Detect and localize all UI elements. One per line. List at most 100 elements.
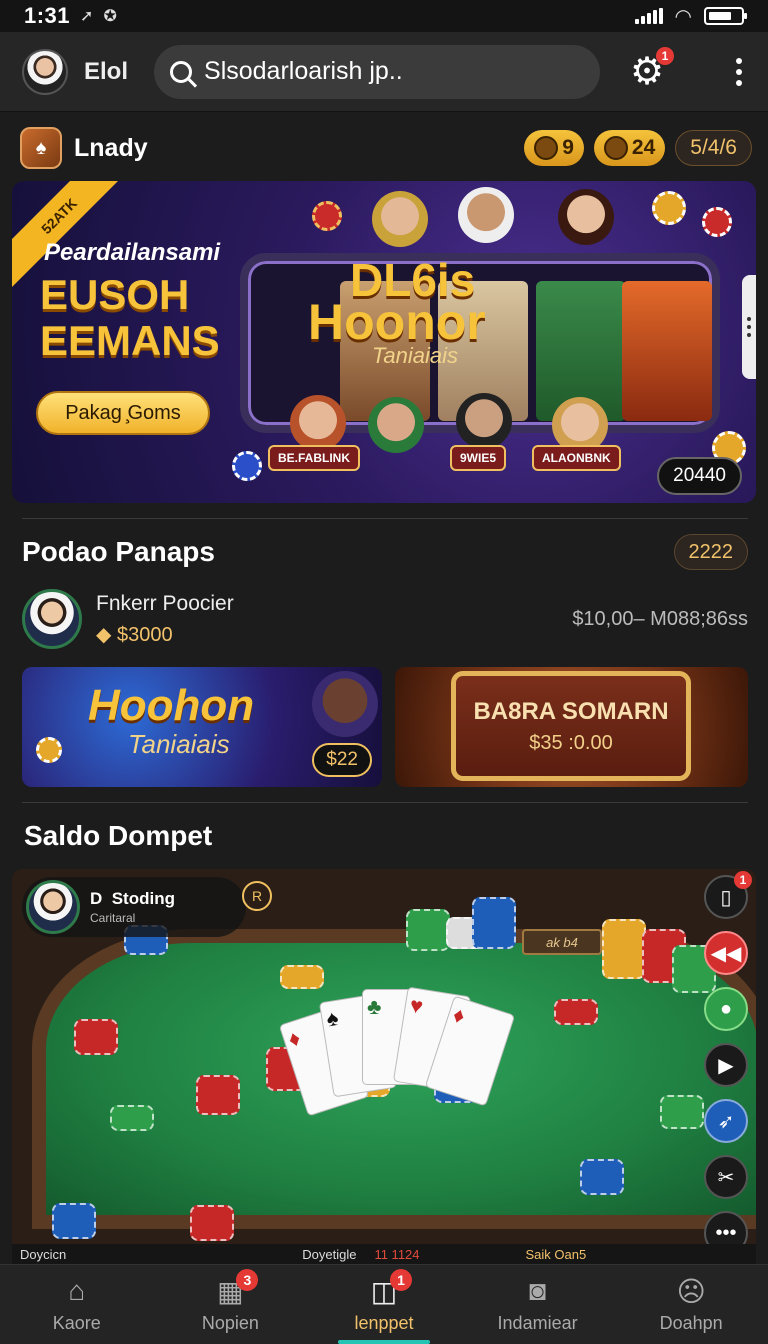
game-card-hoohon[interactable]: Hoohon Taniaiais $22 [22,667,382,787]
more-button[interactable]: ••• [704,1211,748,1245]
signal-icon [634,8,663,24]
chip-stack [472,897,516,949]
nav-item-camera[interactable]: ◙ Indamiear [461,1265,615,1344]
chat-button[interactable]: ● [704,987,748,1031]
carousel-handle[interactable] [742,275,756,379]
search-bar[interactable] [154,44,601,99]
poker-chip-decoration [312,201,342,231]
rewind-button[interactable]: ◀◀ [704,931,748,975]
more-horiz-icon: ••• [715,1221,737,1244]
hero-counter: 20440 [657,457,742,495]
character-portrait [458,187,514,243]
chip-stack [280,965,324,989]
popular-count-pill[interactable]: 2222 [673,534,748,570]
coin-icon [603,136,628,160]
chip-stack [580,1159,624,1195]
character-portrait [290,395,346,451]
chip-stack [196,1075,240,1115]
tables-icon: ▯ [720,886,732,909]
popular-section-title: Podao Panaps [22,536,215,567]
poker-table-view[interactable]: ♦ ♠ ♣ ♥ ♦ ak b4 D Stoding Caritaral R ▯ … [12,869,756,1245]
ticker-item: 11 1124 [374,1246,420,1262]
coin-icon [534,136,559,160]
support-icon: ☹ [676,1275,706,1307]
camera-icon: ◙ [529,1275,547,1306]
rocket-icon: ➶ [717,1110,735,1133]
more-vert-icon[interactable] [732,54,746,90]
nav-label: Kaore [52,1313,101,1333]
wallet-section-title: Saldo Dompet [24,820,213,851]
video-button[interactable]: ▶ [704,1043,748,1087]
player-amount: ◆ $3000 [96,622,234,647]
hero-cta-button[interactable]: Pakag ̧Goms [36,391,210,435]
character-portrait [368,397,424,453]
status-time: 1:31 [24,3,71,28]
settings-badge: 1 [656,46,675,65]
hero-banner[interactable]: 52ATK Peardailansami EUSOH EEMANS Pakag … [12,181,756,503]
poker-chip-decoration [232,451,262,481]
game-card-title: BA8RA SOMARN [473,697,669,725]
dealer-tag-icon[interactable]: R [242,881,272,911]
top-app-bar: Elol ⚙ 1 [0,32,768,112]
lobby-title: Lnady [74,133,148,162]
chip-stack [602,919,646,979]
hero-title-line2: EEMANS [40,317,220,364]
dealer-avatar [26,880,80,934]
game-card-value: $35 :0.00 [529,731,613,754]
tools-icon: ✂ [717,1166,735,1189]
coin-chip-2-value: 24 [631,136,656,159]
nav-item-home[interactable]: ⌂ Kaore [0,1265,154,1344]
notification-icon: ✪ [103,8,117,25]
character-nameplate: 9WIE5 [450,445,507,471]
character-portrait [558,189,614,245]
poker-chip-decoration [652,191,686,225]
lobby-logo-icon: ♠ [20,127,62,169]
chip-stack [190,1205,234,1241]
hero-title-line1: EUSOH [40,271,190,318]
battery-icon [704,7,747,25]
chip-stack [660,1095,704,1129]
game-logo-line3: Taniaiais [372,343,459,368]
tables-button[interactable]: ▯ 1 [704,871,752,919]
coin-chip-2[interactable]: 24 [593,130,666,166]
nav-item-shop[interactable]: ▦ 3 Nopien [154,1265,308,1344]
video-icon: ▶ [718,1054,734,1077]
wifi-icon: ◠ [674,5,692,28]
gem-icon: ◆ [96,623,112,646]
character-nameplate: BE.FABLINK [268,445,360,471]
nav-item-wallet[interactable]: ◫ 1 lenppet [307,1265,461,1344]
chat-icon: ● [719,997,733,1020]
poker-chip-decoration [702,207,732,237]
search-icon [170,60,193,83]
coin-chip-1[interactable]: 9 [524,130,584,166]
poker-chip-decoration [36,737,62,763]
game-card-count: $22 [312,743,372,777]
rewind-icon: ◀◀ [710,942,742,965]
dealer-subtitle: Caritaral [90,911,136,925]
user-avatar[interactable] [22,48,68,95]
divider [22,802,748,803]
status-bar: 1:31 ➚ ✪ ◠ [0,0,768,32]
home-icon: ⌂ [68,1275,86,1306]
app-screen: 1:31 ➚ ✪ ◠ Elol ⚙ 1 ♠ Lnady [0,0,768,1344]
rocket-button[interactable]: ➶ [704,1099,748,1143]
tools-button[interactable]: ✂ [704,1155,748,1199]
community-cards: ♦ ♠ ♣ ♥ ♦ [278,986,522,1117]
level-chip[interactable]: 5/4/6 [675,130,752,166]
lobby-header: ♠ Lnady 9 24 5/4/6 [20,126,752,170]
activity-ticker: Doycicn Doyetigle 11 1124 Saik Oan5 [12,1244,756,1264]
chip-stack [52,1203,96,1239]
dealer-badge[interactable]: D Stoding Caritaral [22,877,246,937]
player-name: Fnkerr Poocier [96,591,234,615]
nav-label: Indamiear [497,1313,578,1333]
ticker-item: Saik Oan5 [525,1246,587,1262]
character-portrait [456,393,512,449]
chip-stack [554,999,598,1025]
nav-badge: 3 [236,1269,259,1291]
settings-button[interactable]: ⚙ 1 [628,46,675,91]
table-sign: ak b4 [522,929,602,955]
nav-item-support[interactable]: ☹ Doahpn [614,1265,768,1344]
search-input[interactable] [204,57,565,86]
featured-player-row[interactable]: Fnkerr Poocier ◆ $3000 $10,00– M088;86ss [22,586,748,652]
game-card-baccarat[interactable]: BA8RA SOMARN $35 :0.00 [395,667,748,787]
